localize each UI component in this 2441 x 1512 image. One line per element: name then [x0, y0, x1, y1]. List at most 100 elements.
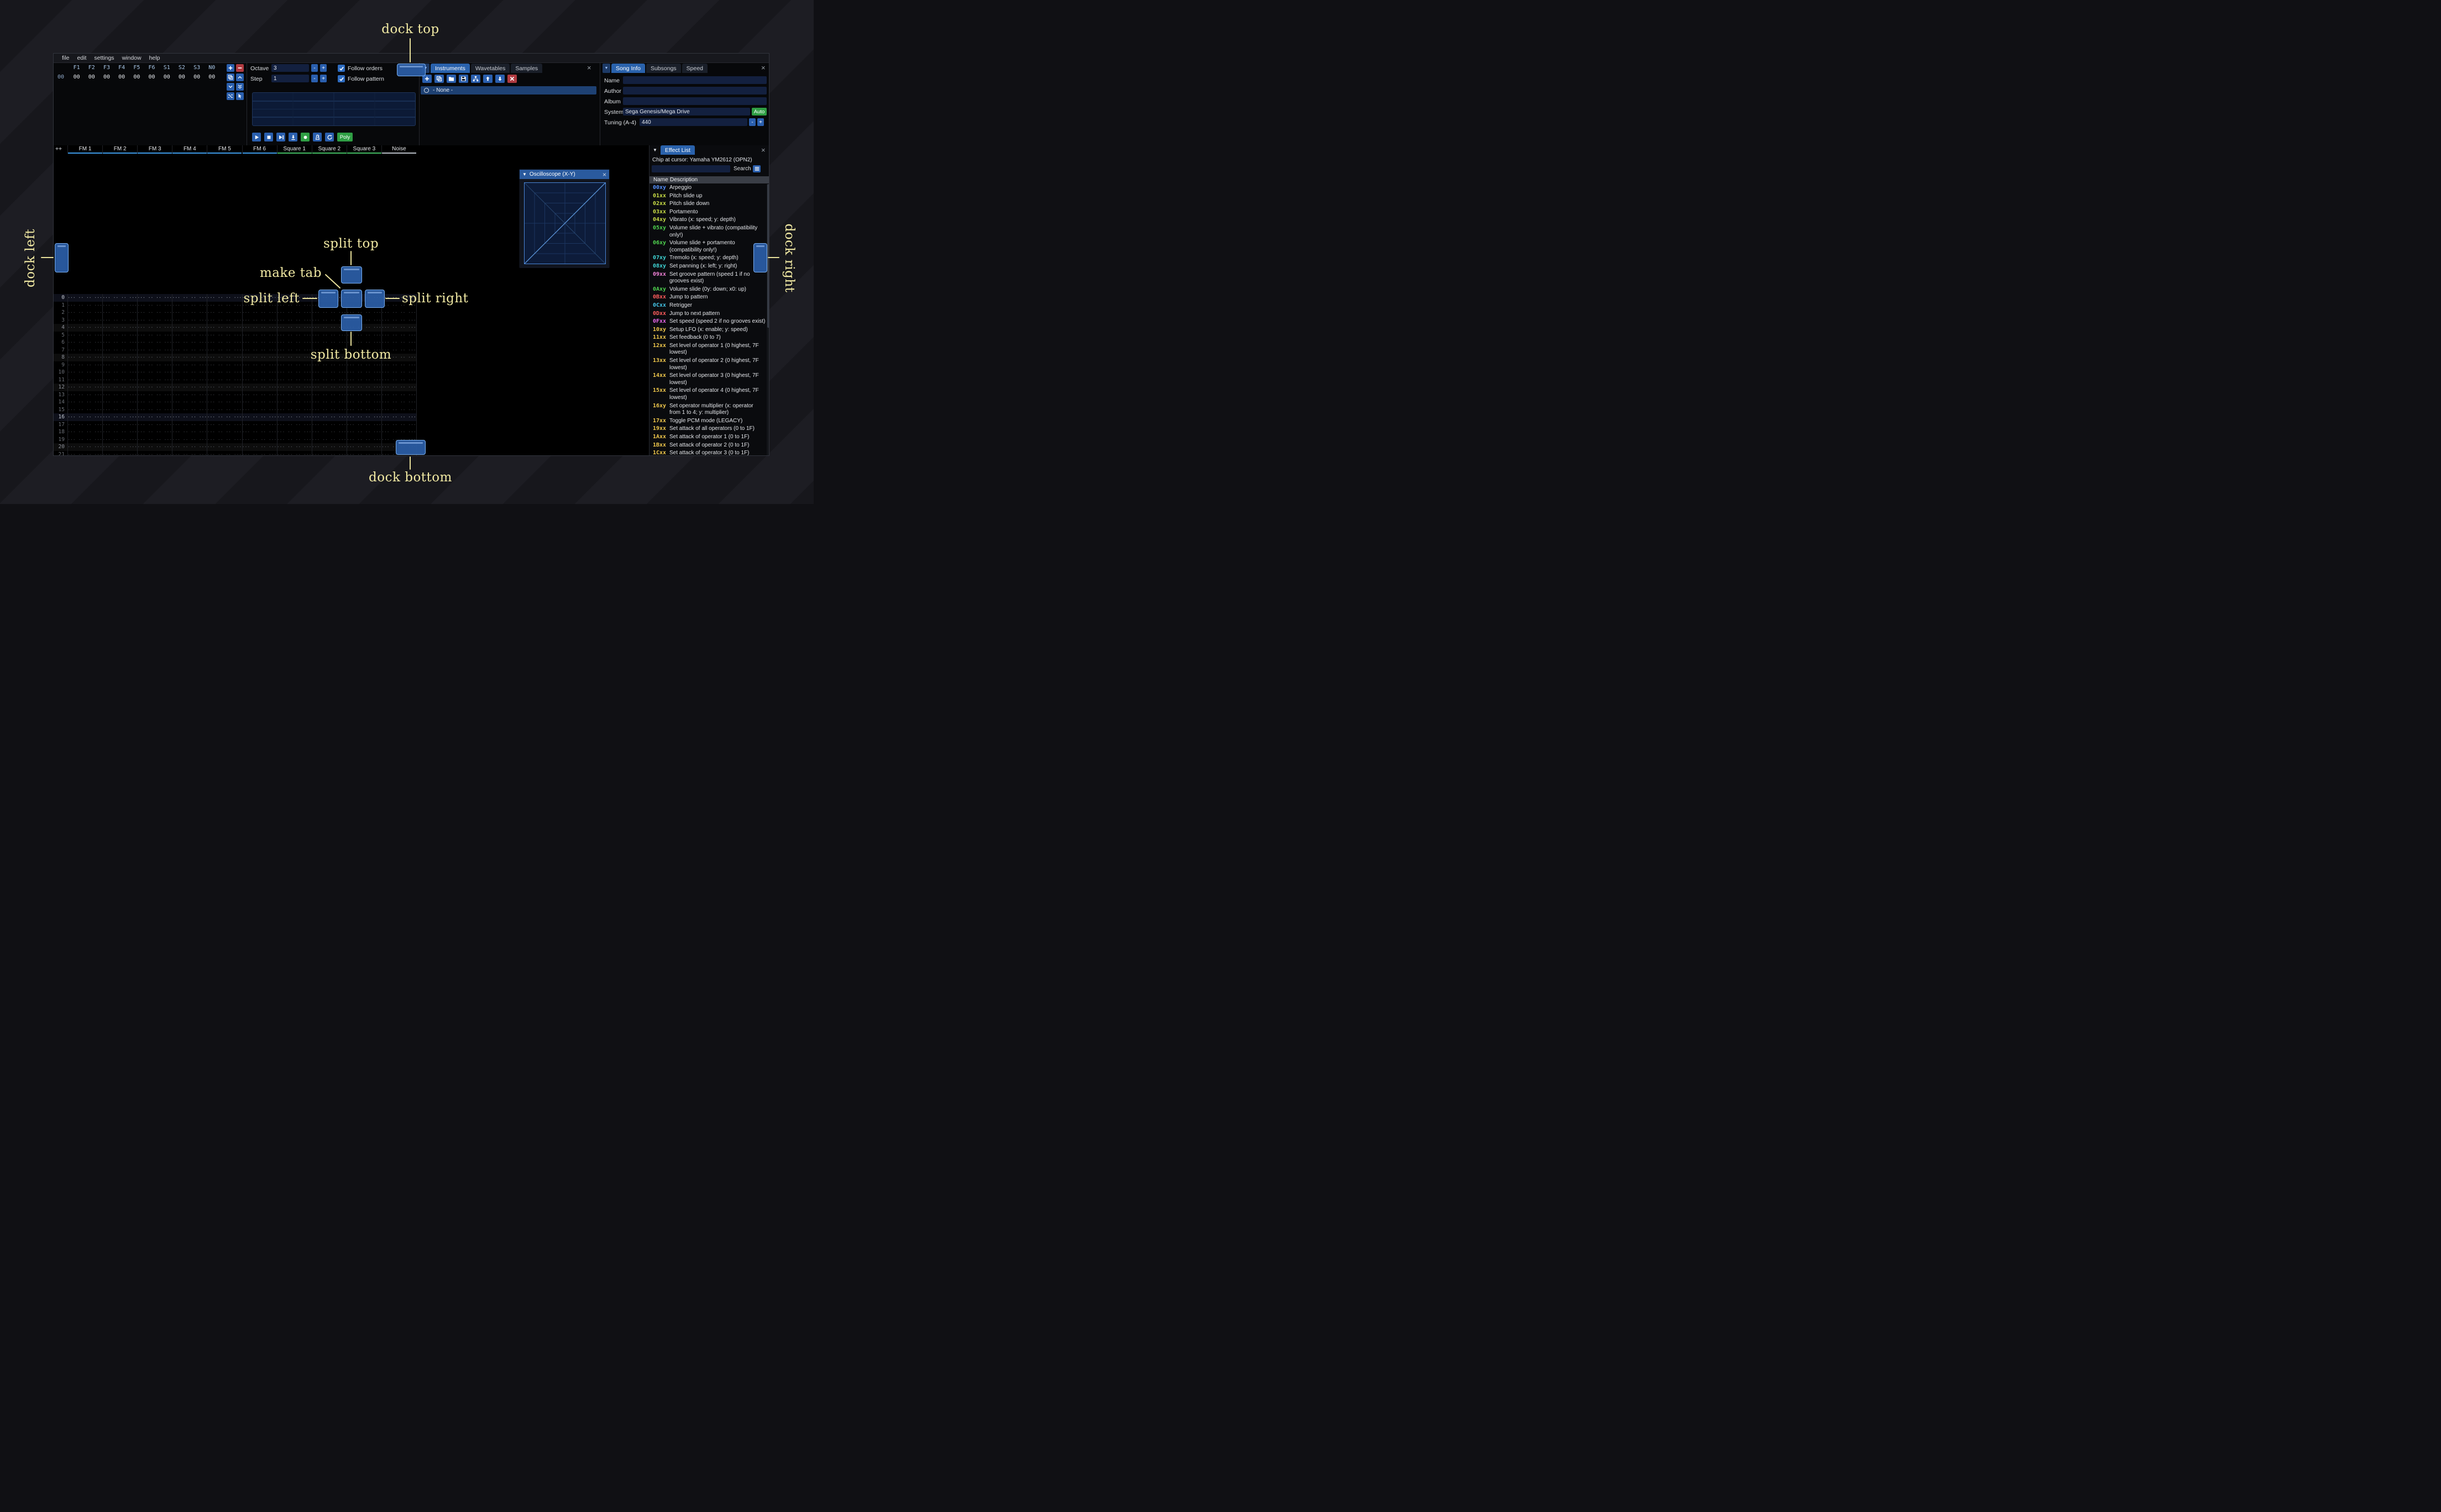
tuning-input[interactable]: 440 [640, 118, 747, 126]
channel-header-Square 3[interactable]: Square 3 [346, 145, 381, 154]
pattern-cell[interactable]: ··· ·· ·· ··· [172, 369, 207, 376]
pattern-cell[interactable]: ··· ·· ·· ··· [172, 384, 207, 391]
pattern-cell[interactable]: ··· ·· ·· ··· [102, 317, 137, 324]
make-tab-target[interactable] [341, 290, 362, 308]
pattern-cell[interactable]: ··· ·· ·· ··· [102, 324, 137, 332]
pattern-cell[interactable]: ··· ·· ·· ··· [242, 376, 277, 384]
pattern-cell[interactable]: ··· ·· ·· ··· [312, 391, 347, 399]
pattern-cell[interactable]: ··· ·· ·· ··· [242, 451, 277, 456]
pattern-cell[interactable]: ··· ·· ·· ··· [242, 384, 277, 391]
record-button[interactable] [301, 133, 310, 141]
step-increment-button[interactable]: + [320, 75, 327, 82]
effect-04xy[interactable]: 04xy Vibrato (x: speed; y: depth) [649, 216, 767, 224]
order-value-S2[interactable]: 00 [174, 74, 189, 80]
dock-bottom-target[interactable] [396, 440, 426, 455]
pattern-cell[interactable]: ··· ·· ·· ··· [102, 369, 137, 376]
pattern-cell[interactable]: ··· ·· ·· ··· [67, 391, 102, 399]
pattern-cell[interactable]: ··· ·· ·· ··· [137, 369, 172, 376]
author-input[interactable] [623, 87, 767, 95]
move-instrument-down-button[interactable] [495, 75, 505, 83]
pattern-row-10[interactable]: 10 ··· ·· ·· ··· ··· ·· ·· ··· ··· ·· ·· ··… [54, 369, 416, 376]
pattern-cell[interactable]: ··· ·· ·· ··· [347, 376, 381, 384]
split-top-target[interactable] [341, 266, 362, 284]
effect-02xx[interactable]: 02xx Pitch slide down [649, 200, 767, 208]
pattern-cell[interactable]: ··· ·· ·· ··· [381, 332, 416, 339]
pattern-cell[interactable]: ··· ·· ·· ··· [277, 391, 312, 399]
pattern-cell[interactable]: ··· ·· ·· ··· [347, 443, 381, 451]
pattern-cell[interactable]: ··· ·· ·· ··· [347, 361, 381, 369]
order-value-F4[interactable]: 00 [114, 74, 129, 80]
pattern-cell[interactable]: ··· ·· ·· ··· [67, 317, 102, 324]
order-value-F6[interactable]: 00 [144, 74, 159, 80]
pattern-cell[interactable]: ··· ·· ·· ··· [137, 384, 172, 391]
effect-17xx[interactable]: 17xx Toggle PCM mode (LEGACY) [649, 417, 767, 426]
orders-row[interactable]: 00 00 00 00 00 00 00 00 00 00 [69, 74, 219, 80]
pattern-cell[interactable]: ··· ·· ·· ··· [207, 428, 242, 436]
pattern-cell[interactable]: ··· ·· ·· ··· [137, 443, 172, 451]
pattern-cell[interactable]: ··· ·· ·· ··· [137, 339, 172, 347]
pattern-cell[interactable]: ··· ·· ·· ··· [102, 406, 137, 414]
pattern-cell[interactable]: ··· ·· ·· ··· [67, 302, 102, 309]
instrument-organizer-button[interactable] [471, 75, 480, 83]
pattern-cell[interactable]: ··· ·· ·· ··· [277, 451, 312, 456]
pattern-cell[interactable]: ··· ·· ·· ··· [207, 451, 242, 456]
pattern-cell[interactable]: ··· ·· ·· ··· [312, 406, 347, 414]
channel-header-Square 2[interactable]: Square 2 [311, 145, 347, 154]
tuning-decrement-button[interactable]: - [749, 118, 756, 126]
effect-08xy[interactable]: 08xy Set panning (x: left; y: right) [649, 262, 767, 271]
effect-16xy[interactable]: 16xy Set operator multiplier (x: operato… [649, 402, 767, 417]
pattern-cell[interactable]: ··· ·· ·· ··· [67, 309, 102, 317]
effect-13xx[interactable]: 13xx Set level of operator 2 (0 highest,… [649, 357, 767, 372]
duplicate-instrument-button[interactable] [434, 75, 444, 83]
pattern-cell[interactable]: ··· ·· ·· ··· [207, 339, 242, 347]
name-input[interactable] [623, 76, 767, 84]
auto-system-button[interactable]: Auto [752, 108, 767, 116]
effect-07xy[interactable]: 07xy Tremolo (x: speed; y: depth) [649, 254, 767, 262]
channel-header-FM 6[interactable]: FM 6 [242, 145, 277, 154]
pattern-cell[interactable]: ··· ·· ·· ··· [172, 339, 207, 347]
pattern-cell[interactable]: ··· ·· ·· ··· [137, 354, 172, 361]
tab-effect-list[interactable]: Effect List [661, 145, 695, 155]
pattern-cell[interactable]: ··· ·· ·· ··· [102, 354, 137, 361]
pattern-cell[interactable]: ··· ·· ·· ··· [242, 339, 277, 347]
pattern-cell[interactable]: ··· ·· ·· ··· [277, 309, 312, 317]
pattern-cell[interactable]: ··· ·· ·· ··· [242, 317, 277, 324]
pattern-row-11[interactable]: 11 ··· ·· ·· ··· ··· ·· ·· ··· ··· ·· ·· ··… [54, 376, 416, 384]
pattern-cell[interactable]: ··· ·· ·· ··· [102, 339, 137, 347]
pattern-row-15[interactable]: 15 ··· ·· ·· ··· ··· ·· ·· ··· ··· ·· ·· ··… [54, 406, 416, 414]
pattern-row-16[interactable]: 16 ··· ·· ·· ··· ··· ·· ·· ··· ··· ·· ·· ··… [54, 413, 416, 421]
order-value-S3[interactable]: 00 [190, 74, 205, 80]
dock-right-target[interactable] [753, 243, 767, 272]
play-button[interactable] [252, 133, 261, 141]
pattern-cell[interactable]: ··· ·· ·· ··· [347, 339, 381, 347]
pattern-cell[interactable]: ··· ·· ·· ··· [102, 294, 137, 302]
dock-top-target[interactable] [397, 64, 426, 76]
pattern-cell[interactable]: ··· ·· ·· ··· [207, 332, 242, 339]
effect-1Cxx[interactable]: 1Cxx Set attack of operator 3 (0 to 1F) [649, 449, 767, 455]
effect-0Dxx[interactable]: 0Dxx Jump to next pattern [649, 310, 767, 318]
pattern-cell[interactable]: ··· ·· ·· ··· [172, 428, 207, 436]
pattern-cell[interactable]: ··· ·· ·· ··· [102, 332, 137, 339]
pattern-cell[interactable]: ··· ·· ·· ··· [137, 451, 172, 456]
pattern-cell[interactable]: ··· ·· ·· ··· [312, 413, 347, 421]
effect-10xy[interactable]: 10xy Setup LFO (x: enable; y: speed) [649, 326, 767, 334]
play-pattern-button[interactable] [276, 133, 285, 141]
pattern-cell[interactable]: ··· ·· ·· ··· [242, 369, 277, 376]
pattern-cell[interactable]: ··· ·· ·· ··· [102, 443, 137, 451]
pattern-cell[interactable]: ··· ·· ·· ··· [102, 391, 137, 399]
follow-orders-checkbox[interactable] [338, 65, 345, 72]
pattern-cell[interactable]: ··· ·· ·· ··· [277, 376, 312, 384]
order-index[interactable]: 00 [55, 74, 67, 80]
pattern-cell[interactable]: ··· ·· ·· ··· [242, 413, 277, 421]
pattern-cell[interactable]: ··· ·· ·· ··· [347, 421, 381, 429]
pattern-cell[interactable]: ··· ·· ·· ··· [312, 421, 347, 429]
pattern-cell[interactable]: ··· ·· ·· ··· [102, 451, 137, 456]
pattern-cell[interactable]: ··· ·· ·· ··· [277, 421, 312, 429]
channel-header-FM 4[interactable]: FM 4 [172, 145, 207, 154]
order-value-F3[interactable]: 00 [99, 74, 114, 80]
pattern-cell[interactable]: ··· ·· ·· ··· [67, 428, 102, 436]
pattern-cell[interactable]: ··· ·· ·· ··· [381, 339, 416, 347]
order-change-all-button[interactable] [227, 92, 234, 100]
pattern-cell[interactable]: ··· ·· ·· ··· [207, 436, 242, 444]
pattern-cell[interactable]: ··· ·· ·· ··· [172, 324, 207, 332]
